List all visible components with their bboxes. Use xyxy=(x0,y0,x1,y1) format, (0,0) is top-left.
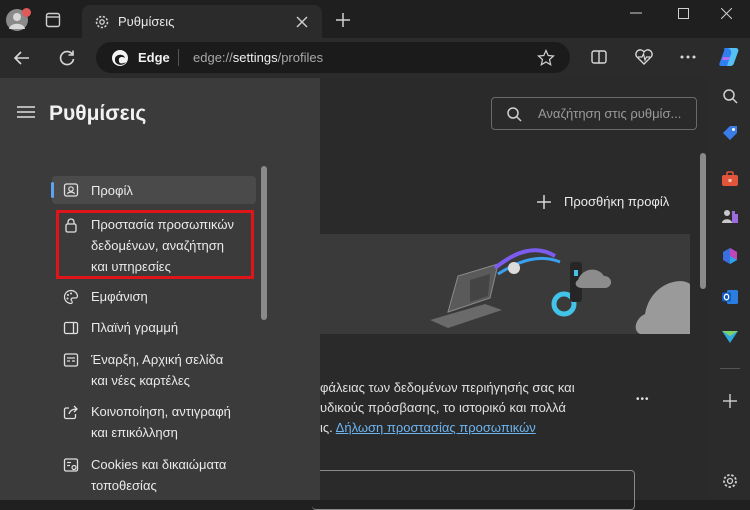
banner-illustration xyxy=(320,234,690,334)
nav-label: Εμφάνιση xyxy=(91,289,148,304)
profile-banner-card xyxy=(320,234,690,334)
avatar-badge xyxy=(22,8,31,17)
favorite-star-icon[interactable] xyxy=(536,48,556,68)
tab-title: Ρυθμίσεις xyxy=(118,14,175,29)
address-brand: Edge xyxy=(138,50,170,65)
add-profile-button[interactable]: Προσθήκη προφίλ xyxy=(564,194,669,209)
nav-item-sidebar[interactable]: Πλαϊνή γραμμή xyxy=(52,317,256,339)
nav-item-cookies[interactable]: Cookies και δικαιώματα τοποθεσίας xyxy=(52,454,256,498)
nav-item-start-home[interactable]: Έναρξη, Αρχική σελίδα και νέες καρτέλες xyxy=(52,349,256,393)
back-button[interactable] xyxy=(12,48,32,68)
home-tabs-icon xyxy=(63,352,79,368)
drop-send-icon[interactable] xyxy=(720,327,740,347)
address-bar[interactable]: Edge edge://settings/profiles xyxy=(96,42,570,73)
profile-list-box xyxy=(312,470,635,510)
nav-label: Έναρξη, Αρχική σελίδα και νέες καρτέλες xyxy=(91,352,224,388)
close-tab-icon[interactable] xyxy=(294,14,310,30)
profile-icon xyxy=(63,182,79,198)
microsoft-365-icon[interactable] xyxy=(720,246,740,266)
edge-logo-icon xyxy=(111,49,129,67)
tools-briefcase-icon[interactable] xyxy=(720,169,740,189)
more-menu-icon[interactable] xyxy=(678,47,698,67)
title-bar: Ρυθμίσεις xyxy=(0,0,750,38)
description-line-3: ις. Δήλωση προστασίας προσωπικών xyxy=(320,418,620,438)
nav-label: Προφίλ xyxy=(91,183,133,198)
hamburger-menu-icon[interactable] xyxy=(17,105,35,119)
description-line-3-prefix: ις. xyxy=(320,420,336,435)
refresh-button[interactable] xyxy=(57,48,77,68)
minimize-button[interactable] xyxy=(626,5,646,21)
nav-scrollbar[interactable] xyxy=(261,166,267,320)
settings-nav-panel: Ρυθμίσεις Προφίλ Προστασία προσωπικών δε… xyxy=(0,78,320,500)
settings-page: Αναζήτηση στις ρυθμίσ... Προσθήκη προφίλ… xyxy=(0,78,710,510)
nav-label: Cookies και δικαιώματα τοποθεσίας xyxy=(91,457,227,493)
settings-search-input[interactable]: Αναζήτηση στις ρυθμίσ... xyxy=(491,97,697,130)
search-icon[interactable] xyxy=(721,87,739,105)
search-placeholder: Αναζήτηση στις ρυθμίσ... xyxy=(538,106,682,121)
settings-title: Ρυθμίσεις xyxy=(49,102,147,125)
add-profile-plus-icon[interactable] xyxy=(536,194,552,210)
nav-item-profiles[interactable]: Προφίλ xyxy=(51,176,256,204)
nav-item-privacy[interactable]: Προστασία προσωπικών δεδομένων, αναζήτησ… xyxy=(52,210,256,279)
add-sidebar-app-icon[interactable] xyxy=(722,393,738,409)
nav-item-appearance[interactable]: Εμφάνιση xyxy=(52,286,256,308)
description-line-2: υδικούς πρόσβασης, το ιστορικό και πολλά xyxy=(320,400,566,415)
address-url[interactable]: edge://settings/profiles xyxy=(193,50,323,65)
privacy-statement-link[interactable]: Δήλωση προστασίας προσωπικών xyxy=(336,420,536,435)
copilot-icon[interactable] xyxy=(716,44,742,70)
nav-label: Πλαϊνή γραμμή xyxy=(91,320,179,335)
palette-icon xyxy=(63,289,79,305)
sidebar-settings-gear-icon[interactable] xyxy=(720,471,740,491)
new-tab-button[interactable] xyxy=(334,11,352,29)
split-screen-icon[interactable] xyxy=(589,47,609,67)
address-divider xyxy=(178,49,179,66)
active-indicator xyxy=(51,182,54,198)
nav-label: Κοινοποίηση, αντιγραφή και επικόλληση xyxy=(91,404,231,440)
url-host: settings xyxy=(232,50,278,65)
share-icon xyxy=(63,404,79,420)
main-scrollbar[interactable] xyxy=(700,153,706,289)
description-line-1: φάλειας των δεδομένων περιήγησής σας και xyxy=(320,380,575,395)
games-icon[interactable] xyxy=(720,206,740,226)
outlook-icon[interactable] xyxy=(720,287,740,307)
maximize-button[interactable] xyxy=(673,5,693,21)
privacy-description: φάλειας των δεδομένων περιήγησής σας και… xyxy=(320,378,620,438)
sidebar-divider xyxy=(720,368,740,369)
edge-sidebar xyxy=(710,78,750,500)
shopping-tag-icon[interactable] xyxy=(720,124,740,144)
gear-icon xyxy=(94,14,110,30)
url-prefix: edge:// xyxy=(193,50,233,65)
cookies-icon xyxy=(63,457,79,473)
profile-more-button[interactable]: ••• xyxy=(636,394,650,405)
close-window-button[interactable] xyxy=(716,5,736,21)
tab-settings[interactable]: Ρυθμίσεις xyxy=(82,5,322,38)
lock-icon xyxy=(63,217,79,233)
search-icon xyxy=(506,106,522,122)
url-path: /profiles xyxy=(277,50,324,65)
browser-essentials-icon[interactable] xyxy=(634,47,654,67)
nav-label: Προστασία προσωπικών δεδομένων, αναζήτησ… xyxy=(91,217,234,274)
sidebar-icon xyxy=(63,320,79,336)
tab-actions-icon[interactable] xyxy=(45,12,61,28)
nav-item-share-copy[interactable]: Κοινοποίηση, αντιγραφή και επικόλληση xyxy=(52,401,256,445)
